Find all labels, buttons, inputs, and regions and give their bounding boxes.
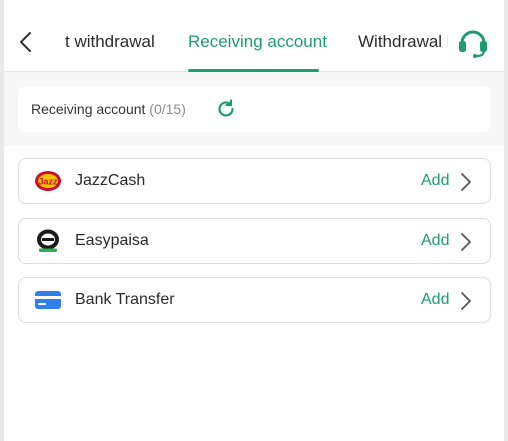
svg-text:Jazz: Jazz [38,177,58,187]
account-list: Jazz JazzCash Add Easypaisa Add Bank Tra… [4,146,504,441]
account-name: Easypaisa [75,232,149,249]
account-item-easypaisa[interactable]: Easypaisa Add [18,218,491,264]
chevron-right-icon [459,290,473,312]
summary-title: Receiving account [31,101,146,117]
tab-withdrawal[interactable]: t withdrawal [65,32,155,52]
tab-withdrawal-log[interactable]: Withdrawal l [358,32,448,52]
app-frame: t withdrawal Receiving account Withdrawa… [4,0,504,441]
jazzcash-logo: Jazz [34,169,62,193]
account-name: Bank Transfer [75,291,175,308]
summary-label: Receiving account (0/15) [31,101,186,117]
add-button[interactable]: Add [421,291,449,309]
account-item-jazzcash[interactable]: Jazz JazzCash Add [18,158,491,204]
receiving-account-summary: Receiving account (0/15) [18,86,491,132]
account-name: JazzCash [75,172,146,189]
refresh-icon[interactable] [216,99,236,119]
headset-icon[interactable] [456,26,490,58]
add-button[interactable]: Add [421,172,449,190]
back-icon[interactable] [16,30,36,54]
header: t withdrawal Receiving account Withdrawa… [4,0,504,72]
easypaisa-logo [34,229,62,253]
add-button[interactable]: Add [421,232,449,250]
chevron-right-icon [459,171,473,193]
tab-receiving-account[interactable]: Receiving account [188,32,327,52]
active-tab-indicator [188,69,319,72]
chevron-right-icon [459,231,473,253]
bank-card-icon [34,288,62,312]
summary-count: (0/15) [149,101,186,117]
account-item-bank-transfer[interactable]: Bank Transfer Add [18,277,491,323]
